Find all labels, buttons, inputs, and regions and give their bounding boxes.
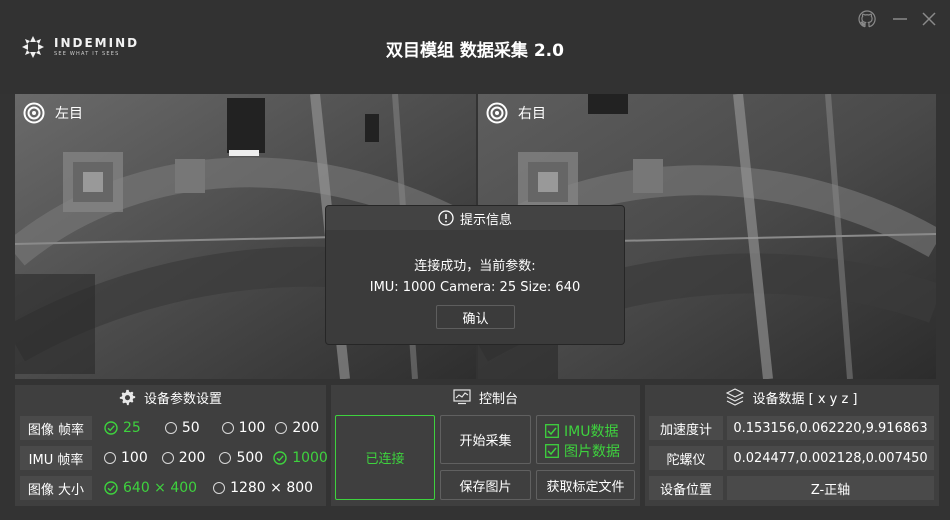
gyroscope-value: 0.024477,0.002128,0.007450 <box>727 446 934 470</box>
checkbox-checked-icon <box>545 424 559 438</box>
data-options-group: IMU数据 图片数据 <box>536 415 635 464</box>
github-icon-glyph <box>858 10 876 28</box>
radio-icon <box>104 452 116 464</box>
radio-icon <box>275 422 288 434</box>
target-icon <box>486 102 508 124</box>
left-camera-label: 左目 <box>23 102 83 124</box>
imu-data-checkbox[interactable]: IMU数据 <box>545 421 618 441</box>
device-position-label: 设备位置 <box>649 476 723 500</box>
radio-icon <box>219 452 232 464</box>
monitor-chart-icon <box>453 389 471 405</box>
gyroscope-label: 陀螺仪 <box>649 446 723 470</box>
option-label: 200 <box>178 450 206 466</box>
image-fps-row: 图像 帧率 25 50 100 200 <box>20 416 319 440</box>
settings-title: 设备参数设置 <box>143 391 222 407</box>
minimize-glyph <box>893 18 907 20</box>
device-position-value: Z-正轴 <box>727 476 934 500</box>
left-camera-title: 左目 <box>55 106 83 122</box>
option-label: 200 <box>292 420 320 436</box>
imu-fps-option-100[interactable]: 100 <box>104 450 148 466</box>
option-label: 500 <box>236 450 264 466</box>
device-position-row: 设备位置 Z-正轴 <box>649 476 934 500</box>
minimize-icon[interactable] <box>889 8 911 30</box>
dialog-line-1: 连接成功，当前参数: <box>414 259 536 274</box>
app-title: 双目模组 数据采集 2.0 <box>386 41 564 61</box>
dialog-header: 提示信息 <box>326 206 624 230</box>
connected-button[interactable]: 已连接 <box>335 415 435 500</box>
github-icon[interactable] <box>856 8 878 30</box>
close-glyph <box>922 12 936 26</box>
radio-checked-icon <box>104 421 118 435</box>
save-image-button[interactable]: 保存图片 <box>440 470 531 500</box>
gear-icon <box>119 389 136 405</box>
dialog-line-2: IMU: 1000 Camera: 25 Size: 640 <box>369 280 581 295</box>
dialog-message: 连接成功，当前参数: IMU: 1000 Camera: 25 Size: 64… <box>326 230 624 298</box>
info-icon <box>438 210 454 226</box>
image-fps-option-25[interactable]: 25 <box>104 420 141 436</box>
radio-icon <box>221 422 234 434</box>
radio-checked-icon <box>273 451 287 465</box>
console-panel: 控制台 已连接 开始采集 保存图片 获取标定文件 IMU数据 图片数据 <box>331 385 640 506</box>
confirm-button[interactable]: 确认 <box>436 305 515 329</box>
image-size-row: 图像 大小 640 × 400 1280 × 800 <box>20 476 313 500</box>
image-size-label: 图像 大小 <box>20 476 92 500</box>
image-fps-option-50[interactable]: 50 <box>164 420 200 436</box>
radio-checked-icon <box>104 481 118 495</box>
right-camera-label: 右目 <box>486 102 546 124</box>
imu-fps-option-200[interactable]: 200 <box>161 450 206 466</box>
console-title: 控制台 <box>478 391 518 407</box>
dialog-title: 提示信息 <box>459 212 512 228</box>
device-data-panel: 设备数据 [ x y z ] 加速度计 0.153156,0.062220,9.… <box>645 385 939 506</box>
device-settings-panel: 设备参数设置 图像 帧率 25 50 100 200 IMU 帧率 100 20… <box>15 385 328 506</box>
image-fps-option-100[interactable]: 100 <box>221 420 266 436</box>
option-label: 1000 <box>292 450 328 466</box>
image-fps-option-200[interactable]: 200 <box>275 420 319 436</box>
info-dialog: 提示信息 连接成功，当前参数: IMU: 1000 Camera: 25 Siz… <box>326 206 624 344</box>
get-calibration-button[interactable]: 获取标定文件 <box>536 470 635 500</box>
option-label: 50 <box>181 420 200 436</box>
image-size-option-640[interactable]: 640 × 400 <box>104 480 197 496</box>
accelerometer-row: 加速度计 0.153156,0.062220,9.916863 <box>649 416 934 440</box>
imu-fps-option-1000[interactable]: 1000 <box>273 450 328 466</box>
close-icon[interactable] <box>918 8 940 30</box>
option-label: 100 <box>121 450 148 466</box>
gyroscope-row: 陀螺仪 0.024477,0.002128,0.007450 <box>649 446 934 470</box>
device-data-header: 设备数据 [ x y z ] <box>645 385 939 409</box>
imu-fps-label: IMU 帧率 <box>20 446 92 470</box>
console-header: 控制台 <box>331 385 640 409</box>
checkbox-checked-icon <box>545 444 559 458</box>
device-data-title: 设备数据 [ x y z ] <box>752 391 858 407</box>
imu-data-label: IMU数据 <box>564 424 619 440</box>
settings-header: 设备参数设置 <box>15 385 326 409</box>
imu-fps-option-500[interactable]: 500 <box>219 450 263 466</box>
right-camera-title: 右目 <box>518 106 546 122</box>
start-capture-button[interactable]: 开始采集 <box>440 415 531 464</box>
option-label: 1280 × 800 <box>230 480 314 496</box>
title-bar: INDEMIND SEE WHAT IT SEES 双目模组 数据采集 2.0 <box>0 0 950 94</box>
option-label: 25 <box>123 420 141 436</box>
accelerometer-value: 0.153156,0.062220,9.916863 <box>727 416 934 440</box>
layers-icon <box>726 388 745 406</box>
image-fps-label: 图像 帧率 <box>20 416 92 440</box>
radio-icon <box>164 422 177 434</box>
target-icon <box>23 102 45 124</box>
radio-icon <box>213 482 226 494</box>
radio-icon <box>161 452 174 464</box>
image-data-checkbox[interactable]: 图片数据 <box>545 441 620 461</box>
imu-fps-row: IMU 帧率 100 200 500 1000 <box>20 446 328 470</box>
image-data-label: 图片数据 <box>564 444 620 460</box>
image-size-option-1280[interactable]: 1280 × 800 <box>213 480 313 496</box>
option-label: 100 <box>238 420 266 436</box>
accelerometer-label: 加速度计 <box>649 416 723 440</box>
option-label: 640 × 400 <box>123 480 198 496</box>
